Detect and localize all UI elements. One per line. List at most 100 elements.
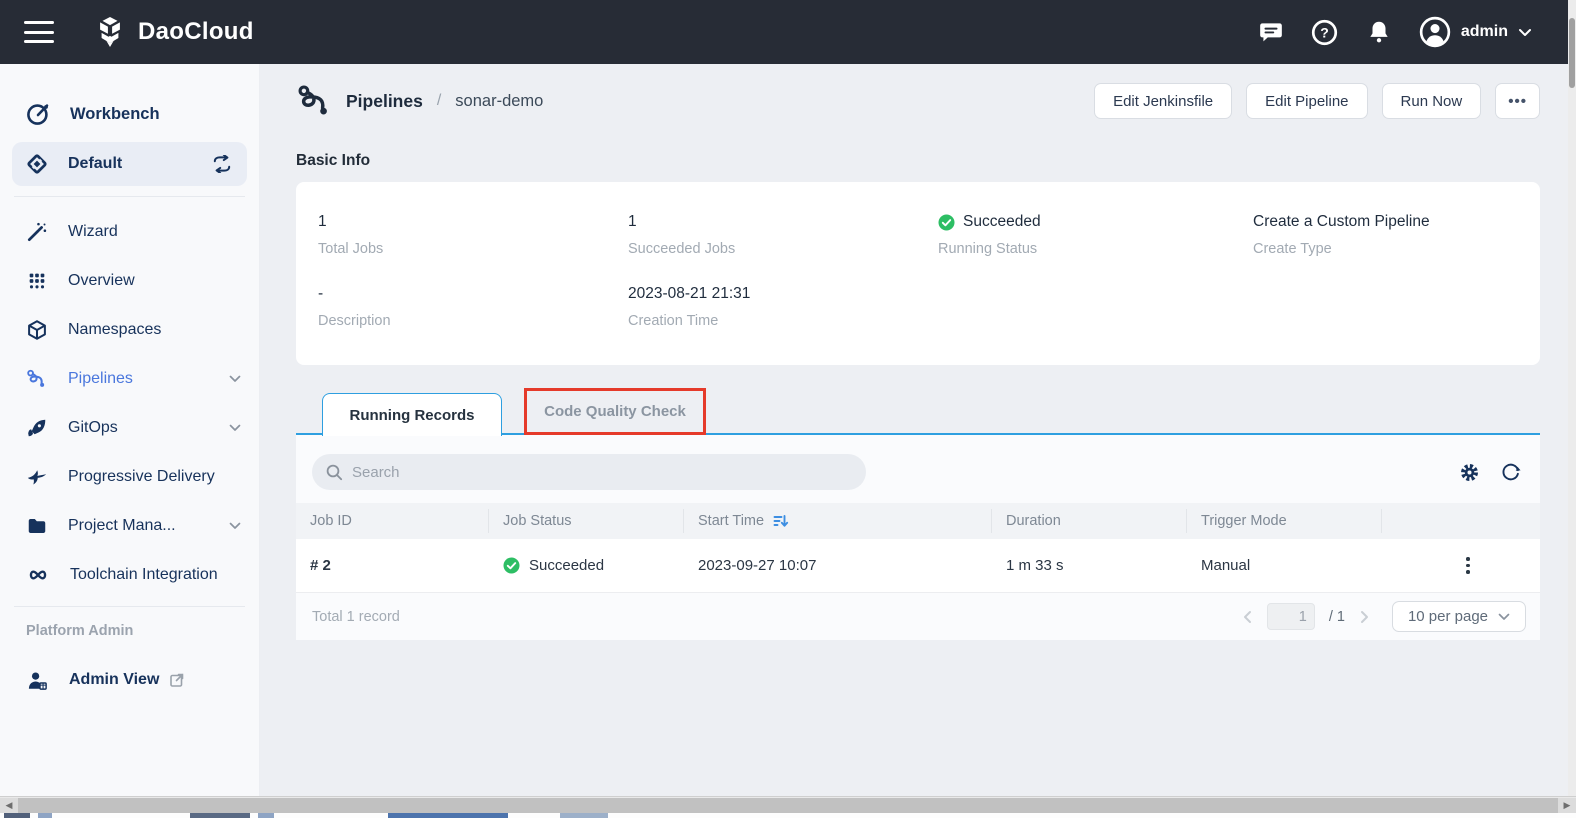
switch-workspace-icon[interactable] bbox=[211, 155, 233, 173]
start-time-cell: 2023-09-27 10:07 bbox=[684, 557, 992, 574]
status-badge: Succeeded bbox=[529, 557, 604, 574]
chevron-down-icon bbox=[1518, 28, 1532, 37]
sidebar-item-label: Namespaces bbox=[68, 321, 161, 339]
job-id-cell[interactable]: # 2 bbox=[296, 557, 489, 574]
sidebar-workbench-header[interactable]: Workbench bbox=[0, 93, 259, 135]
svg-text:?: ? bbox=[1321, 24, 1330, 40]
stat-description: - Description bbox=[318, 284, 628, 329]
edit-pipeline-button[interactable]: Edit Pipeline bbox=[1246, 83, 1367, 119]
chevron-down-icon bbox=[229, 522, 241, 530]
table-settings-gear-icon[interactable] bbox=[1459, 462, 1480, 483]
job-status-cell: Succeeded bbox=[489, 557, 684, 574]
sidebar-item-namespaces[interactable]: Namespaces bbox=[0, 309, 259, 351]
sidebar-item-label: Wizard bbox=[68, 223, 118, 241]
admin-user-icon bbox=[26, 669, 49, 692]
horizontal-scrollbar-thumb[interactable] bbox=[18, 798, 1558, 813]
col-duration[interactable]: Duration bbox=[992, 509, 1187, 533]
breadcrumb-section[interactable]: Pipelines bbox=[346, 91, 423, 112]
sidebar-item-progressive-delivery[interactable]: Progressive Delivery bbox=[0, 456, 259, 498]
table-footer: Total 1 record / 1 10 per page bbox=[296, 592, 1540, 640]
wizard-icon bbox=[26, 221, 48, 243]
sidebar-item-toolchain-integration[interactable]: Toolchain Integration bbox=[0, 554, 259, 596]
avatar bbox=[1419, 16, 1451, 48]
stat-creation-time: 2023-08-21 21:31 Creation Time bbox=[628, 284, 938, 329]
sidebar-item-wizard[interactable]: Wizard bbox=[0, 211, 259, 253]
row-actions-kebab-icon[interactable] bbox=[1462, 553, 1474, 578]
table-row[interactable]: # 2 Succeeded 2023-09-27 10:07 1 m 33 s … bbox=[296, 539, 1540, 592]
success-check-icon bbox=[938, 214, 955, 231]
run-now-button[interactable]: Run Now bbox=[1382, 83, 1482, 119]
col-actions bbox=[1382, 509, 1540, 533]
bird-icon bbox=[26, 466, 48, 488]
col-job-id[interactable]: Job ID bbox=[296, 509, 489, 533]
col-trigger-mode[interactable]: Trigger Mode bbox=[1187, 509, 1382, 533]
scroll-left-arrow[interactable]: ◀ bbox=[0, 798, 18, 813]
folder-icon bbox=[26, 515, 48, 537]
col-start-time[interactable]: Start Time bbox=[684, 509, 992, 533]
sidebar-item-gitops[interactable]: GitOps bbox=[0, 407, 259, 449]
brand: DaoCloud bbox=[92, 14, 254, 50]
default-workspace-icon bbox=[26, 153, 48, 175]
tab-running-records[interactable]: Running Records bbox=[322, 393, 502, 436]
status-badge: Succeeded bbox=[963, 213, 1041, 231]
stat-running-status: Succeeded Running Status bbox=[938, 212, 1253, 257]
notifications-bell-icon[interactable] bbox=[1365, 18, 1393, 46]
search-input-wrapper bbox=[312, 454, 866, 490]
sidebar-item-label: GitOps bbox=[68, 419, 118, 437]
more-actions-button[interactable]: ••• bbox=[1495, 83, 1540, 119]
sidebar-item-label: Project Mana... bbox=[68, 517, 176, 535]
brand-name: DaoCloud bbox=[138, 18, 254, 46]
prev-page-icon[interactable] bbox=[1242, 610, 1253, 624]
stat-total-jobs: 1 Total Jobs bbox=[318, 212, 628, 257]
sidebar: Workbench Default Wizard Overview Namesp… bbox=[0, 64, 260, 796]
sidebar-item-admin-view[interactable]: Admin View bbox=[0, 659, 259, 701]
external-link-icon bbox=[169, 672, 185, 688]
trigger-mode-cell: Manual bbox=[1187, 557, 1382, 574]
sidebar-item-label: Toolchain Integration bbox=[70, 566, 218, 584]
refresh-icon[interactable] bbox=[1500, 461, 1522, 483]
workbench-icon bbox=[26, 102, 50, 126]
sidebar-item-default[interactable]: Default bbox=[12, 142, 247, 186]
success-check-icon bbox=[503, 557, 520, 574]
scroll-right-arrow[interactable]: ▶ bbox=[1558, 798, 1576, 813]
feedback-chat-icon[interactable] bbox=[1257, 18, 1285, 46]
daocloud-logo-icon bbox=[92, 14, 128, 50]
search-input[interactable] bbox=[352, 464, 852, 481]
username: admin bbox=[1461, 23, 1508, 41]
duration-cell: 1 m 33 s bbox=[992, 557, 1187, 574]
per-page-select[interactable]: 10 per page bbox=[1392, 601, 1526, 632]
stat-create-type: Create a Custom Pipeline Create Type bbox=[1253, 212, 1540, 257]
sidebar-item-pipelines[interactable]: Pipelines bbox=[0, 358, 259, 400]
search-icon bbox=[326, 464, 343, 481]
sort-descending-icon[interactable] bbox=[773, 513, 789, 529]
overview-grid-icon bbox=[26, 270, 48, 292]
col-job-status[interactable]: Job Status bbox=[489, 509, 684, 533]
sidebar-item-project-management[interactable]: Project Mana... bbox=[0, 505, 259, 547]
basic-info-title: Basic Info bbox=[296, 152, 1540, 170]
sidebar-item-label: Admin View bbox=[69, 671, 159, 689]
tab-bar: Running Records Code Quality Check bbox=[296, 393, 1540, 435]
top-navbar: DaoCloud ? admin bbox=[0, 0, 1576, 64]
sidebar-divider bbox=[14, 196, 245, 197]
page-number-input[interactable] bbox=[1267, 603, 1315, 630]
tab-code-quality-check annotation-box[interactable]: Code Quality Check bbox=[524, 388, 706, 435]
next-page-icon[interactable] bbox=[1359, 610, 1370, 624]
basic-info-card: 1 Total Jobs 1 Succeeded Jobs Succeeded … bbox=[296, 182, 1540, 365]
table-header: Job ID Job Status Start Time Duration Tr… bbox=[296, 503, 1540, 539]
breadcrumb: Pipelines / sonar-demo bbox=[296, 82, 543, 120]
horizontal-scrollbar[interactable]: ◀ ▶ bbox=[0, 796, 1576, 812]
user-menu[interactable]: admin bbox=[1419, 16, 1532, 48]
breadcrumb-current: sonar-demo bbox=[455, 92, 543, 111]
edit-jenkinsfile-button[interactable]: Edit Jenkinsfile bbox=[1094, 83, 1232, 119]
menu-toggle-icon[interactable] bbox=[24, 21, 54, 43]
sidebar-item-overview[interactable]: Overview bbox=[0, 260, 259, 302]
vertical-scrollbar[interactable] bbox=[1568, 0, 1576, 796]
running-records-panel: Job ID Job Status Start Time Duration Tr… bbox=[296, 435, 1540, 640]
stat-succeeded-jobs: 1 Succeeded Jobs bbox=[628, 212, 938, 257]
help-icon[interactable]: ? bbox=[1311, 18, 1339, 46]
page-count-label: / 1 bbox=[1329, 609, 1345, 625]
main-content: Pipelines / sonar-demo Edit Jenkinsfile … bbox=[260, 64, 1568, 796]
breadcrumb-separator: / bbox=[437, 92, 441, 110]
vertical-scrollbar-thumb[interactable] bbox=[1569, 18, 1575, 88]
sidebar-divider bbox=[14, 606, 245, 607]
